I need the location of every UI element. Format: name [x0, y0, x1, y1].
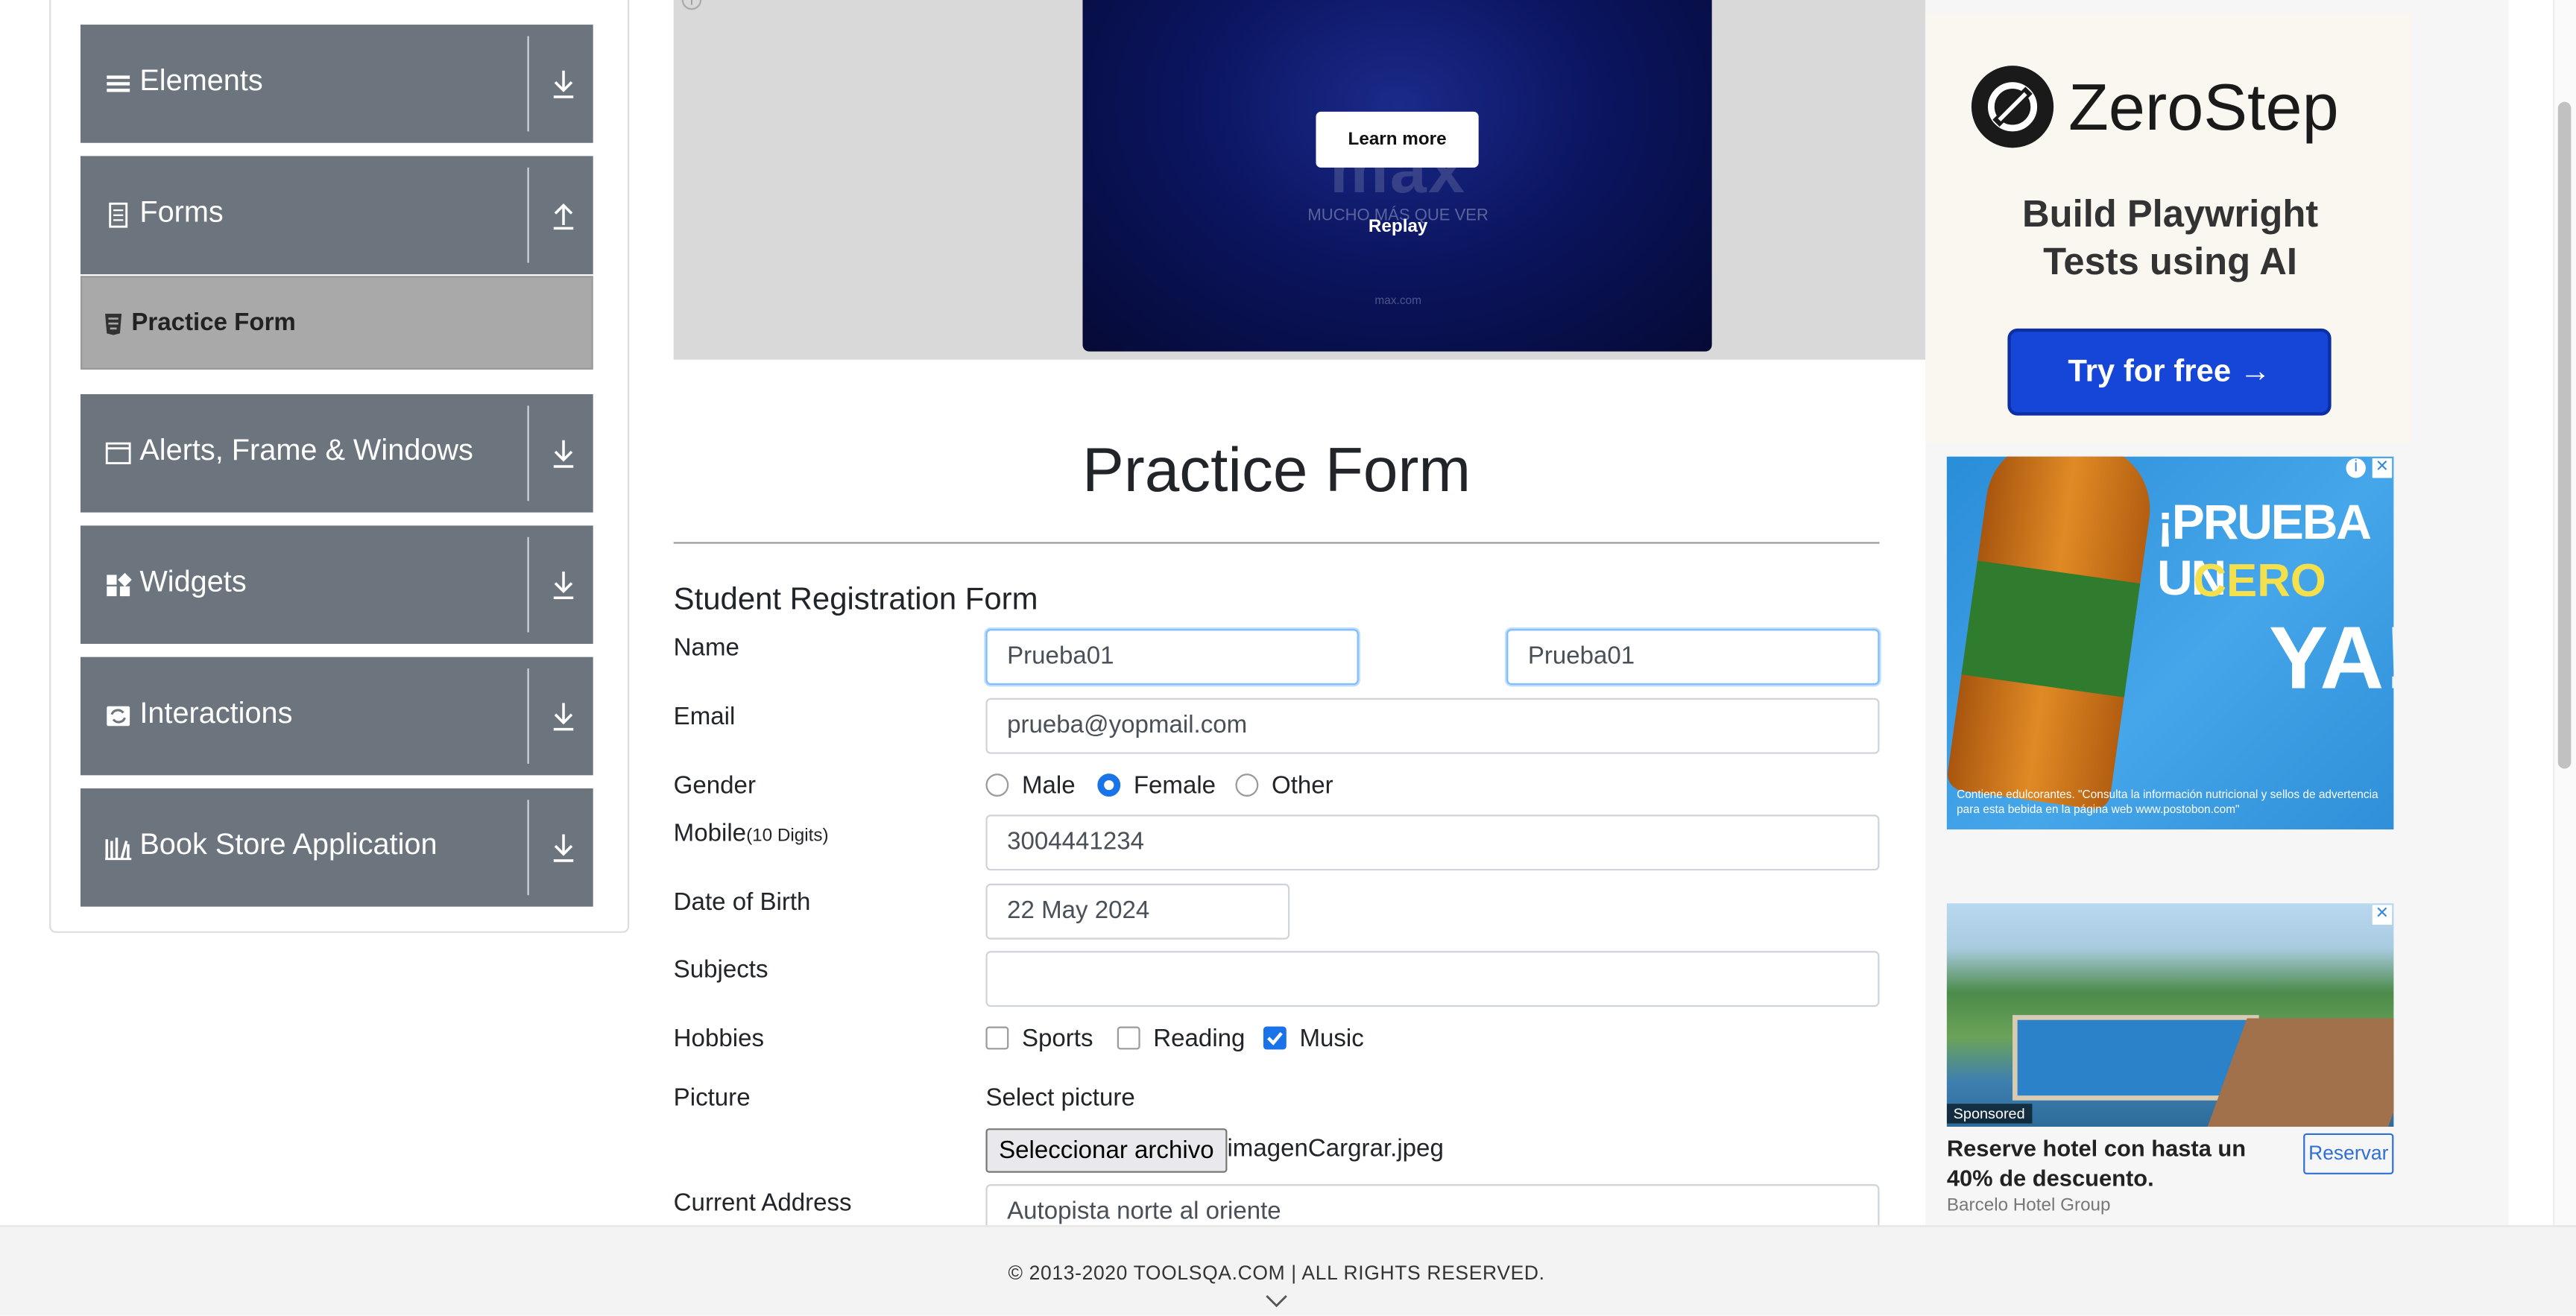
sidebar-group-title: Book Store Application: [139, 827, 438, 861]
hotel-ad-text[interactable]: Reserve hotel con hasta un 40% de descue…: [1947, 1133, 2292, 1192]
hobby-sports-label[interactable]: Sports: [1022, 1025, 1093, 1052]
title-divider: [673, 542, 1880, 544]
sidebar-group-title: Interactions: [139, 696, 293, 730]
sidebar-group-elements[interactable]: Elements: [80, 25, 593, 143]
selected-file-name: imagenCargrar.jpeg: [1227, 1135, 1444, 1163]
tea-ad-disclaimer: Contiene edulcorantes. "Consulta la info…: [1957, 790, 2378, 817]
dob-label: Date of Birth: [673, 888, 811, 917]
sidebar-group-alerts[interactable]: Alerts, Frame & Windows: [80, 393, 593, 513]
hobbies-label: Hobbies: [673, 1025, 765, 1053]
choose-file-button[interactable]: Seleccionar archivo: [985, 1128, 1228, 1173]
sidebar-item-practice-form[interactable]: Practice Form: [80, 276, 593, 370]
sidebar-group-title: Elements: [139, 63, 263, 98]
hobby-music-checkbox[interactable]: [1263, 1026, 1287, 1050]
learn-more-button[interactable]: Learn more: [1316, 111, 1479, 168]
download-arrow-icon: [553, 70, 574, 98]
sidebar-group-bookstore[interactable]: Book Store Application: [80, 788, 593, 907]
mobile-hint: (10 Digits): [746, 826, 829, 847]
ad-close-icon[interactable]: ✕: [2372, 458, 2393, 478]
last-name-input[interactable]: Prueba01: [1506, 629, 1880, 686]
divider: [527, 537, 529, 633]
form-icon: [105, 313, 122, 335]
adchoices-info-icon[interactable]: i: [2346, 458, 2366, 478]
download-arrow-icon: [553, 703, 574, 731]
interactions-icon: [107, 706, 130, 727]
first-name-input[interactable]: Prueba01: [985, 629, 1359, 686]
zerostep-ad[interactable]: ZeroStep Build Playwright Tests using AI…: [1925, 13, 2412, 444]
ad-video[interactable]: max MUCHO MÁS QUE VER Learn more Replay …: [1082, 0, 1712, 352]
email-input[interactable]: prueba@yopmail.com: [985, 697, 1880, 754]
checkmark-icon: [1267, 1031, 1283, 1045]
name-label: Name: [673, 633, 739, 662]
window-icon: [105, 442, 131, 464]
top-banner-ad[interactable]: i max MUCHO MÁS QUE VER Learn more Repla…: [673, 0, 1926, 360]
zerostep-headline: Build Playwright Tests using AI: [2022, 192, 2319, 283]
reservar-button[interactable]: Reservar: [2303, 1133, 2394, 1174]
gender-female-label[interactable]: Female: [1134, 772, 1216, 800]
mobile-label-text: Mobile: [673, 819, 747, 848]
sidebar-group-widgets[interactable]: Widgets: [80, 525, 593, 645]
divider: [527, 167, 529, 263]
download-arrow-icon: [553, 834, 574, 862]
try-for-free-button[interactable]: Try for free →: [2007, 328, 2332, 416]
gender-female-radio[interactable]: [1097, 774, 1121, 797]
gender-other-radio[interactable]: [1235, 774, 1259, 797]
date-of-birth-input[interactable]: 22 May 2024: [985, 883, 1290, 940]
download-arrow-icon: [553, 572, 574, 600]
sidebar-group-interactions[interactable]: Interactions: [80, 657, 593, 776]
bookstore-icon: [105, 838, 132, 861]
tea-drink-ad[interactable]: ¡PRUEBA UN CERO YA! Contiene edulcorante…: [1946, 456, 2394, 830]
mobile-input[interactable]: 3004441234: [985, 814, 1880, 871]
divider: [527, 36, 529, 132]
divider: [527, 405, 529, 502]
tea-ad-line3: YA!: [2268, 609, 2394, 708]
hotel-ad-image[interactable]: Sponsored: [1946, 903, 2394, 1127]
sidebar-group-title: Forms: [139, 195, 224, 229]
current-address-label: Current Address: [673, 1189, 852, 1218]
upload-arrow-icon: [553, 203, 574, 230]
ad-info-icon[interactable]: i: [681, 0, 702, 10]
select-picture-label: Select picture: [985, 1084, 1135, 1113]
hamburger-icon: [107, 75, 130, 92]
sponsored-badge: Sponsored: [1946, 1104, 2032, 1124]
sidebar-item-label: Practice Form: [131, 309, 296, 337]
footer: © 2013-2020 TOOLSQA.COM | ALL RIGHTS RES…: [0, 1225, 2576, 1316]
gender-male-radio[interactable]: [985, 774, 1009, 797]
replay-button[interactable]: Replay: [1349, 217, 1448, 236]
footer-copyright: © 2013-2020 TOOLSQA.COM | ALL RIGHTS RES…: [1008, 1261, 1545, 1285]
form-title: Student Registration Form: [673, 583, 1038, 618]
ad-close-icon[interactable]: ✕: [2372, 905, 2393, 925]
sidebar-group-forms[interactable]: Forms: [80, 156, 593, 275]
mobile-label: Mobile(10 Digits): [674, 820, 829, 847]
subjects-input[interactable]: [985, 951, 1880, 1007]
hobby-music-label[interactable]: Music: [1299, 1025, 1363, 1052]
hobby-reading-label[interactable]: Reading: [1153, 1025, 1245, 1052]
sidebar-group-title: Widgets: [139, 565, 247, 598]
ad-url: max.com: [1374, 295, 1421, 308]
hotel-ad-source: Barcelo Hotel Group: [1946, 1195, 2111, 1216]
sidebar-group-title: Alerts, Frame & Windows: [139, 433, 473, 466]
hobby-reading-checkbox[interactable]: [1117, 1026, 1140, 1050]
divider: [527, 800, 529, 896]
gender-label: Gender: [673, 771, 756, 800]
gender-other-label[interactable]: Other: [1272, 772, 1333, 800]
picture-label: Picture: [673, 1084, 751, 1113]
email-label: Email: [673, 703, 736, 731]
divider: [527, 668, 529, 764]
widgets-icon: [107, 572, 132, 597]
download-arrow-icon: [553, 440, 574, 468]
zerostep-logo-icon: [1971, 66, 2054, 148]
subjects-label: Subjects: [673, 955, 768, 984]
scrollbar-thumb[interactable]: [2557, 101, 2572, 769]
chevron-down-icon[interactable]: [1265, 1293, 1288, 1309]
hobby-sports-checkbox[interactable]: [985, 1026, 1009, 1050]
zerostep-brand: ZeroStep: [2068, 72, 2339, 145]
page-title: Practice Form: [1082, 437, 1471, 506]
gender-male-label[interactable]: Male: [1022, 772, 1076, 800]
bottle-image: [1946, 456, 2159, 812]
tea-ad-line2: CERO: [2193, 554, 2326, 607]
document-icon: [109, 202, 128, 228]
